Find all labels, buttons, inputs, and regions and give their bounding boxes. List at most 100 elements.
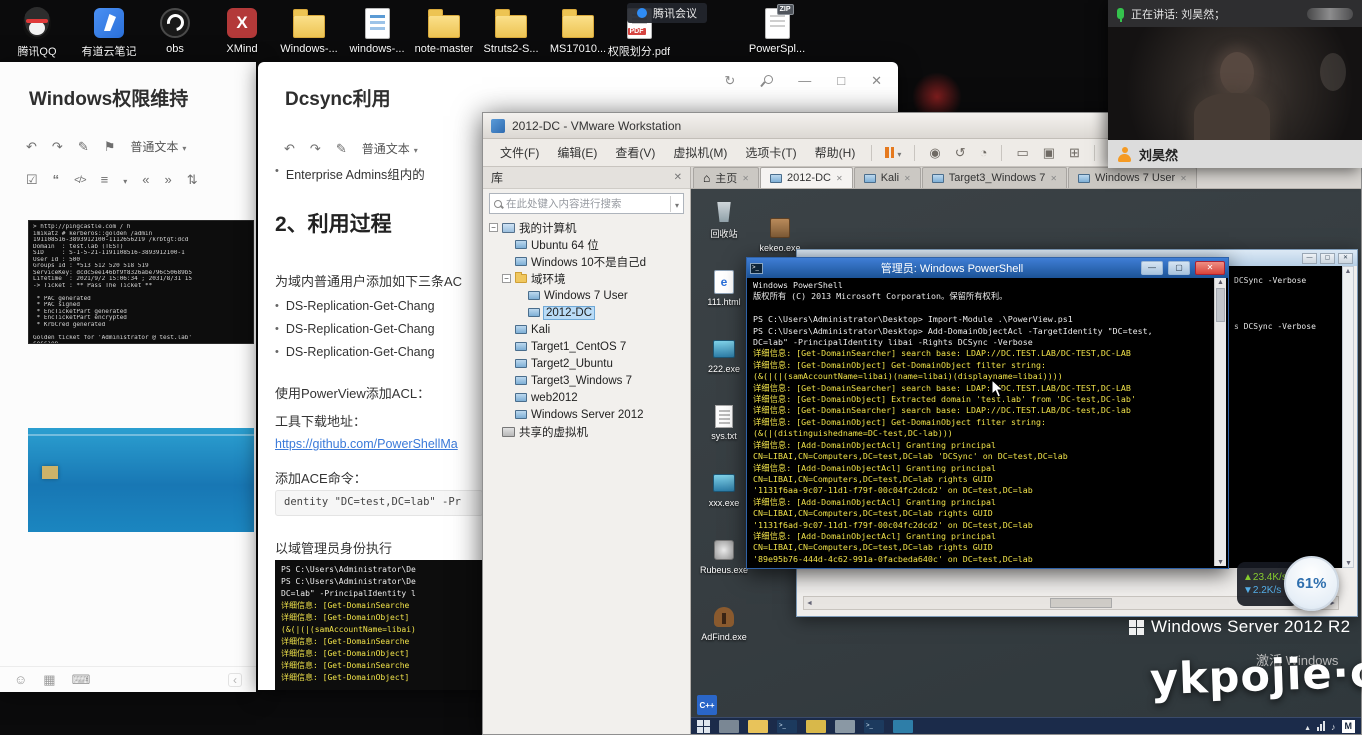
taskbar-icon-ps-5[interactable] <box>864 720 884 733</box>
minimize-icon[interactable] <box>798 74 811 87</box>
menu-f[interactable]: 文件(F) <box>491 141 548 164</box>
tree-item-windows-10-d[interactable]: Windows 10不是自己d <box>483 253 690 270</box>
take-snapshot-icon[interactable] <box>922 146 947 159</box>
tree-item-windows-7-user[interactable]: Windows 7 User <box>483 287 690 304</box>
snapshot-manager-icon[interactable] <box>973 146 995 159</box>
align-icon[interactable] <box>101 173 109 186</box>
desktop-icon-item-1[interactable]: 有道云笔记 <box>76 6 142 59</box>
menu-v[interactable]: 查看(V) <box>606 141 664 164</box>
desktop-icon-windows[interactable]: windows-... <box>344 6 410 55</box>
maximize-button[interactable] <box>1320 253 1335 264</box>
revert-snapshot-icon[interactable] <box>948 146 973 159</box>
tray-expand-icon[interactable] <box>1304 718 1311 734</box>
line-height-icon[interactable] <box>187 173 198 186</box>
tab-close-icon[interactable] <box>904 174 911 183</box>
tree-item-target2-ubuntu[interactable]: Target2_Ubuntu <box>483 355 690 372</box>
minimize-button[interactable] <box>1141 261 1163 275</box>
desktop-icon-struts2-s[interactable]: Struts2-S... <box>478 6 544 55</box>
expander-icon[interactable] <box>502 274 511 283</box>
vm-tab-2012-dc[interactable]: 2012-DC <box>760 167 853 188</box>
menu-e[interactable]: 编辑(E) <box>548 141 606 164</box>
volume-icon[interactable] <box>1331 718 1336 734</box>
undo-icon[interactable] <box>26 140 37 153</box>
checklist-icon[interactable] <box>26 173 38 186</box>
flag-icon[interactable] <box>104 140 116 153</box>
collapse-icon[interactable] <box>228 673 242 687</box>
tree-item-windows-server-2012[interactable]: Windows Server 2012 <box>483 406 690 423</box>
desktop-icon-windows[interactable]: Windows-... <box>276 6 342 55</box>
vertical-scrollbar[interactable] <box>1342 266 1354 568</box>
vertical-scrollbar[interactable] <box>1214 278 1226 566</box>
maximize-icon[interactable] <box>837 74 845 87</box>
cpp-icon[interactable] <box>697 695 717 715</box>
start-button[interactable] <box>697 720 710 733</box>
code-icon[interactable] <box>74 172 85 186</box>
close-button[interactable] <box>1338 253 1353 264</box>
tree-item-item-12[interactable]: 共享的虚拟机 <box>483 423 690 440</box>
desktop-icon-obs[interactable]: obs <box>142 6 208 55</box>
memory-usage-ball[interactable]: 61% <box>1284 556 1339 611</box>
expander-icon[interactable] <box>489 223 498 232</box>
vm-desktop-icon-222-exe[interactable]: 222.exe <box>695 336 753 374</box>
menu-t[interactable]: 选项卡(T) <box>736 141 805 164</box>
tab-close-icon[interactable] <box>1050 174 1057 183</box>
vm-desktop-icon-111-html[interactable]: 111.html <box>695 269 753 307</box>
quote-icon[interactable] <box>53 173 60 186</box>
vm-tab-item-0[interactable]: 主页 <box>693 167 759 188</box>
vm-desktop-icon-item-0[interactable]: 回收站 <box>695 199 753 240</box>
indent-icon[interactable] <box>164 173 171 186</box>
vm-desktop-icon-xxx-exe[interactable]: xxx.exe <box>695 470 753 508</box>
tree-item-item-0[interactable]: 我的计算机 <box>483 219 690 236</box>
meeting-video-feed[interactable] <box>1108 27 1362 140</box>
github-link[interactable]: https://github.com/PowerShellMa <box>275 437 483 451</box>
doc1-format-dropdown[interactable]: 普通文本 <box>130 138 186 155</box>
close-button[interactable] <box>1195 261 1225 275</box>
format-brush-icon[interactable] <box>78 140 89 153</box>
scrollbar-thumb[interactable] <box>1050 598 1112 608</box>
close-icon[interactable] <box>871 74 882 87</box>
tree-item-item-3[interactable]: 域环境 <box>483 270 690 287</box>
tree-item-target1-centos-7[interactable]: Target1_CentOS 7 <box>483 338 690 355</box>
minimize-button[interactable] <box>1302 253 1317 264</box>
taskbar-icon-fold-1[interactable] <box>748 720 768 733</box>
taskbar-icon-clip-3[interactable] <box>806 720 826 733</box>
maximize-button[interactable] <box>1168 261 1190 275</box>
desktop-icon-note-master[interactable]: note-master <box>411 6 477 55</box>
refresh-icon[interactable] <box>724 74 735 87</box>
tree-item-ubuntu-64[interactable]: Ubuntu 64 位 <box>483 236 690 253</box>
tab-close-icon[interactable] <box>1180 174 1187 183</box>
powershell-titlebar[interactable]: 管理员: Windows PowerShell <box>747 258 1228 278</box>
taskbar-icon-win-4[interactable] <box>835 720 855 733</box>
vm-desktop-icon-sys-txt[interactable]: sys.txt <box>695 403 753 441</box>
taskbar-icon-teal-6[interactable] <box>893 720 913 733</box>
vm-desktop-icon-kekeo[interactable]: kekeo.exe <box>753 215 807 253</box>
taskbar-icon-srv-0[interactable] <box>719 720 739 733</box>
desktop-icon-ms17010[interactable]: MS17010... <box>545 6 611 55</box>
input-method-indicator[interactable]: M <box>1342 720 1356 733</box>
insert-image-icon[interactable] <box>43 673 55 686</box>
vm-tab-windows-7-user[interactable]: Windows 7 User <box>1068 167 1197 188</box>
thumbnail-bar-icon[interactable] <box>1062 146 1087 159</box>
pause-vm-button[interactable] <box>879 145 907 161</box>
scrollbar-thumb[interactable] <box>1216 288 1225 322</box>
network-icon[interactable] <box>1317 721 1325 731</box>
show-library-icon[interactable] <box>1009 146 1035 159</box>
vm-tab-target3-windows-7[interactable]: Target3_Windows 7 <box>922 167 1067 188</box>
menu-h[interactable]: 帮助(H) <box>806 141 865 164</box>
desktop-icon-powerspl[interactable]: ZIPPowerSpl... <box>744 6 810 55</box>
tree-item-web2012[interactable]: web2012 <box>483 389 690 406</box>
menu-m[interactable]: 虚拟机(M) <box>664 141 736 164</box>
tab-close-icon[interactable] <box>836 174 843 183</box>
taskbar-icon-ps-2[interactable] <box>777 720 797 733</box>
tree-item-2012-dc[interactable]: 2012-DC <box>483 304 690 321</box>
keyboard-icon[interactable] <box>72 673 91 686</box>
library-search-input[interactable] <box>506 198 666 210</box>
vm-desktop-icon-adfind-exe[interactable]: AdFind.exe <box>695 604 753 642</box>
tree-item-kali[interactable]: Kali <box>483 321 690 338</box>
desktop-icon-xmind[interactable]: XMind <box>209 6 275 55</box>
console-view-icon[interactable] <box>1036 146 1062 159</box>
vm-tab-kali[interactable]: Kali <box>854 167 921 188</box>
pin-icon[interactable] <box>761 75 772 87</box>
tree-item-target3-windows-7[interactable]: Target3_Windows 7 <box>483 372 690 389</box>
redo-icon[interactable] <box>52 140 63 153</box>
